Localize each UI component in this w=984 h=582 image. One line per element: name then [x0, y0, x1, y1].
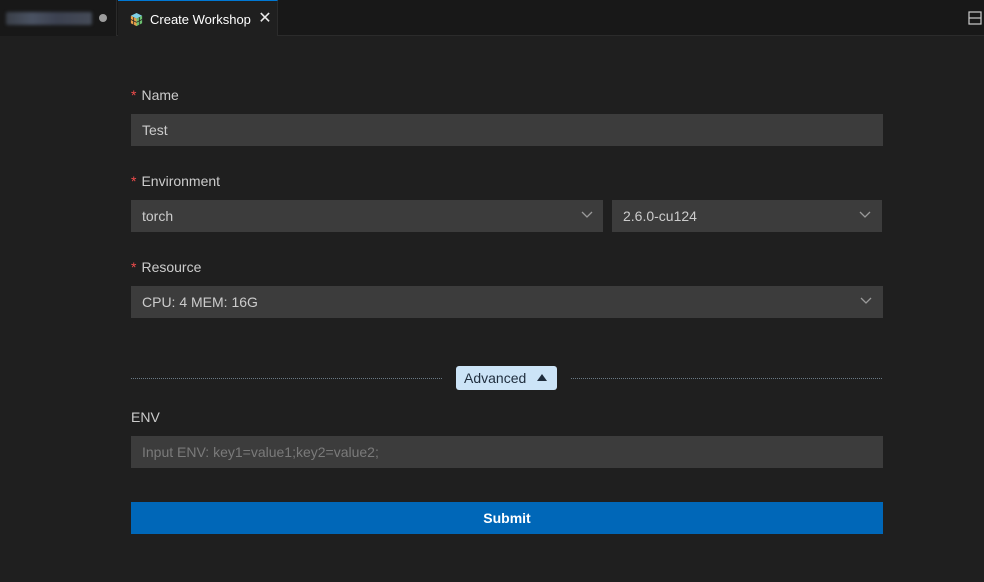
unsaved-dot-icon [99, 14, 107, 22]
name-input[interactable]: Test [131, 114, 883, 146]
resource-select-value: CPU: 4 MEM: 16G [142, 294, 258, 310]
advanced-label: Advanced [464, 370, 527, 386]
env-label: ENV [131, 409, 160, 425]
required-marker: * [131, 87, 137, 103]
required-marker: * [131, 173, 137, 189]
env-input[interactable]: Input ENV: key1=value1;key2=value2; [131, 436, 883, 468]
chevron-down-icon [859, 211, 871, 218]
environment-label-text: Environment [141, 173, 221, 189]
framework-select[interactable]: torch [131, 200, 603, 232]
version-select[interactable]: 2.6.0-cu124 [612, 200, 882, 232]
divider-left [131, 378, 442, 379]
tab-inactive[interactable] [0, 0, 117, 36]
name-label-text: Name [141, 87, 179, 103]
framework-select-value: torch [142, 208, 174, 224]
resource-select[interactable]: CPU: 4 MEM: 16G [131, 286, 883, 318]
name-label: * Name [131, 87, 179, 103]
chevron-down-icon [860, 297, 872, 304]
tab-create-workshop[interactable]: Create Workshop ✕ [118, 0, 278, 36]
chevron-down-icon [581, 211, 593, 218]
required-marker: * [131, 259, 137, 275]
resource-label: * Resource [131, 259, 201, 275]
editor-tab-bar: Create Workshop ✕ [0, 0, 984, 36]
environment-label: * Environment [131, 173, 220, 189]
divider-right [571, 378, 882, 379]
blurred-tab-title [6, 12, 92, 25]
env-input-placeholder: Input ENV: key1=value1;key2=value2; [142, 444, 379, 460]
submit-button[interactable]: Submit [131, 502, 883, 534]
version-select-value: 2.6.0-cu124 [623, 208, 697, 224]
caret-up-icon [537, 374, 547, 381]
cube-logo-icon [130, 12, 143, 27]
split-editor-icon[interactable] [968, 11, 982, 25]
advanced-toggle-button[interactable]: Advanced [456, 366, 557, 390]
tab-label: Create Workshop [150, 12, 251, 27]
close-icon[interactable]: ✕ [256, 9, 274, 29]
name-input-value: Test [142, 122, 168, 138]
resource-label-text: Resource [141, 259, 202, 275]
